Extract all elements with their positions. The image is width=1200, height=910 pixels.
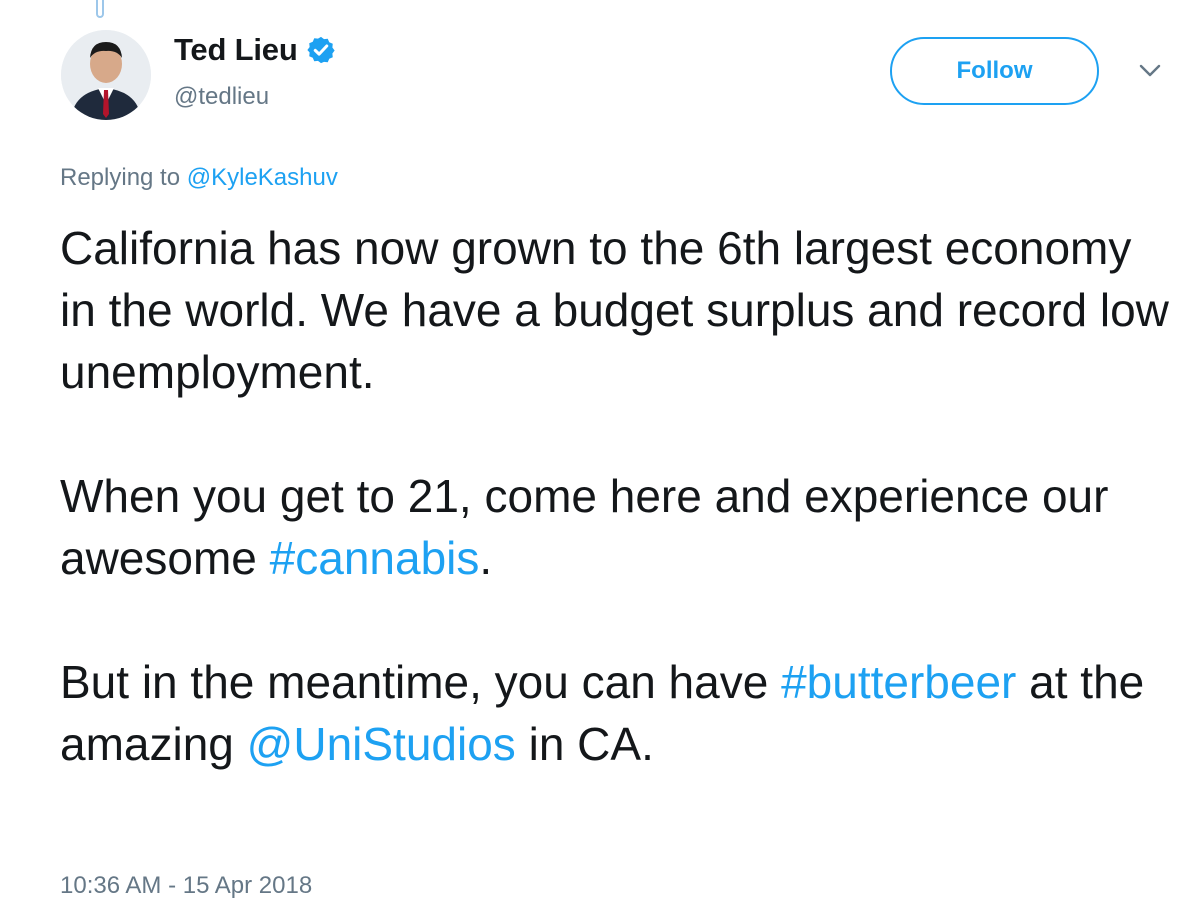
author-handle[interactable]: @tedlieu xyxy=(174,83,269,111)
reply-context: Replying to @KyleKashuv xyxy=(60,164,338,192)
profile-photo xyxy=(61,30,151,120)
hashtag-cannabis-link[interactable]: #cannabis xyxy=(270,532,480,584)
tweet-text-segment: But in the meantime, you can have xyxy=(60,656,782,708)
tweet-paragraph-3: But in the meantime, you can have #butte… xyxy=(60,651,1170,775)
avatar[interactable] xyxy=(61,30,151,120)
author-display-name[interactable]: Ted Lieu xyxy=(174,32,298,68)
reply-prefix: Replying to xyxy=(60,164,181,191)
verified-badge-icon xyxy=(306,36,335,64)
tweet-timestamp[interactable]: 10:36 AM - 15 Apr 2018 xyxy=(60,872,312,900)
follow-button[interactable]: Follow xyxy=(890,37,1099,105)
reply-mention-link[interactable]: @KyleKashuv xyxy=(187,164,338,191)
tweet-text-segment: When you get to 21, come here and experi… xyxy=(60,470,1109,584)
mention-unistudios-link[interactable]: @UniStudios xyxy=(247,718,516,770)
tweet-text-segment: . xyxy=(479,532,493,584)
author-name-row[interactable]: Ted Lieu xyxy=(174,28,336,72)
tweet-text-segment: in CA. xyxy=(515,718,654,770)
chevron-down-icon[interactable] xyxy=(1138,62,1162,80)
hashtag-butterbeer-link[interactable]: #butterbeer xyxy=(781,656,1016,708)
tweet-paragraph-1: California has now grown to the 6th larg… xyxy=(60,222,1169,398)
tweet-paragraph-2: When you get to 21, come here and experi… xyxy=(60,465,1170,589)
scroll-indicator xyxy=(96,0,104,18)
tweet-text: California has now grown to the 6th larg… xyxy=(60,217,1170,775)
